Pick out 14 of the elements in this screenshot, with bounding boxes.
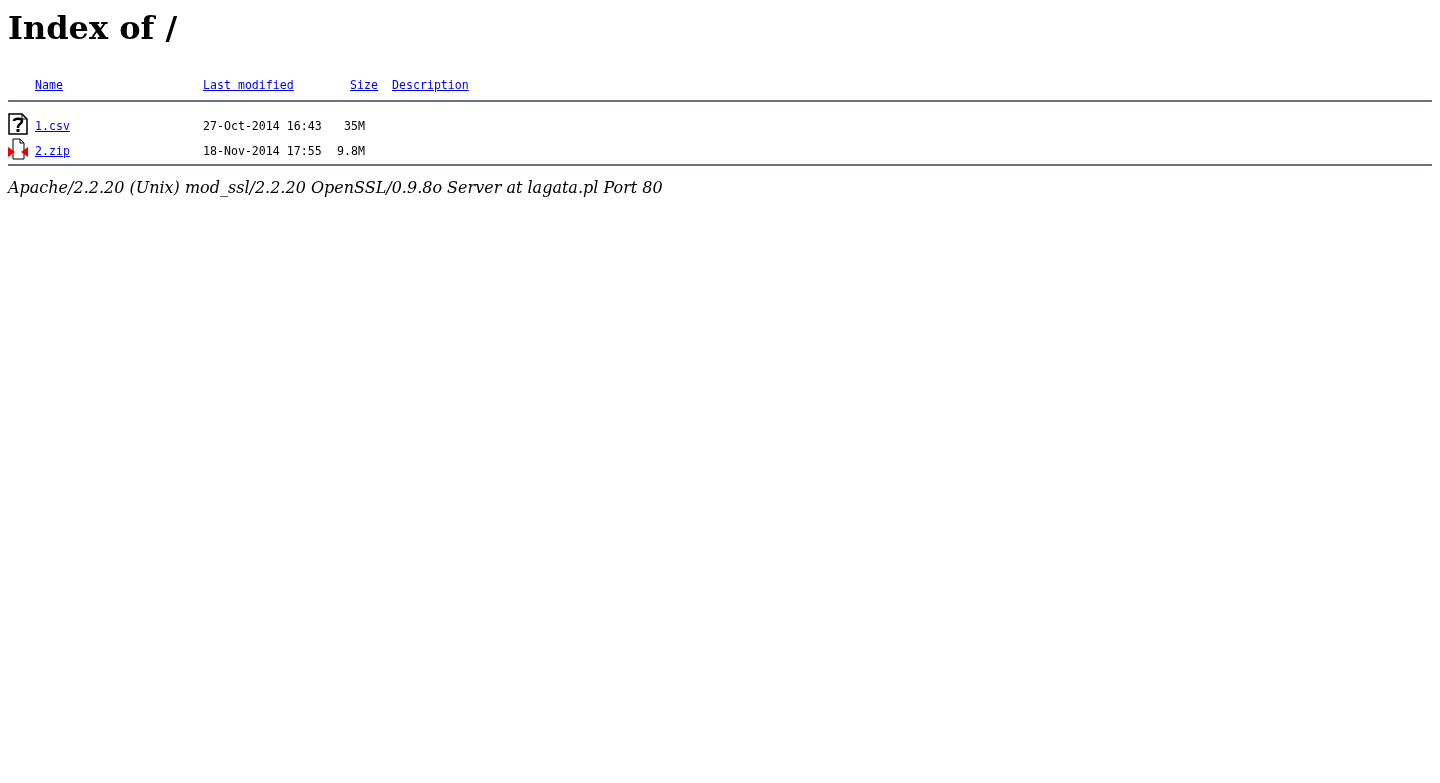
file-link[interactable]: 2.zip [35,143,70,158]
file-link[interactable]: 1.csv [35,118,70,133]
modified-date: 27-Oct-2014 16:43 [203,117,323,135]
question-file-icon [8,113,28,135]
file-size: 9.8M [336,142,365,160]
modified-date: 18-Nov-2014 17:55 [203,142,323,160]
column-sort-link[interactable]: Last modified [203,78,294,93]
column-sort-link[interactable]: Description [392,78,469,93]
compressed-file-icon [8,138,28,160]
server-signature: Apache/2.2.20 (Unix) mod_ssl/2.2.20 OpenSSL/0.9.8o Server at lagata.pl Port 80 [8,177,664,199]
file-size: 35M [343,117,365,135]
column-sort-link[interactable]: Name [35,78,63,93]
column-sort-link[interactable]: Size [350,78,378,93]
page-title: Index of / [8,8,179,48]
